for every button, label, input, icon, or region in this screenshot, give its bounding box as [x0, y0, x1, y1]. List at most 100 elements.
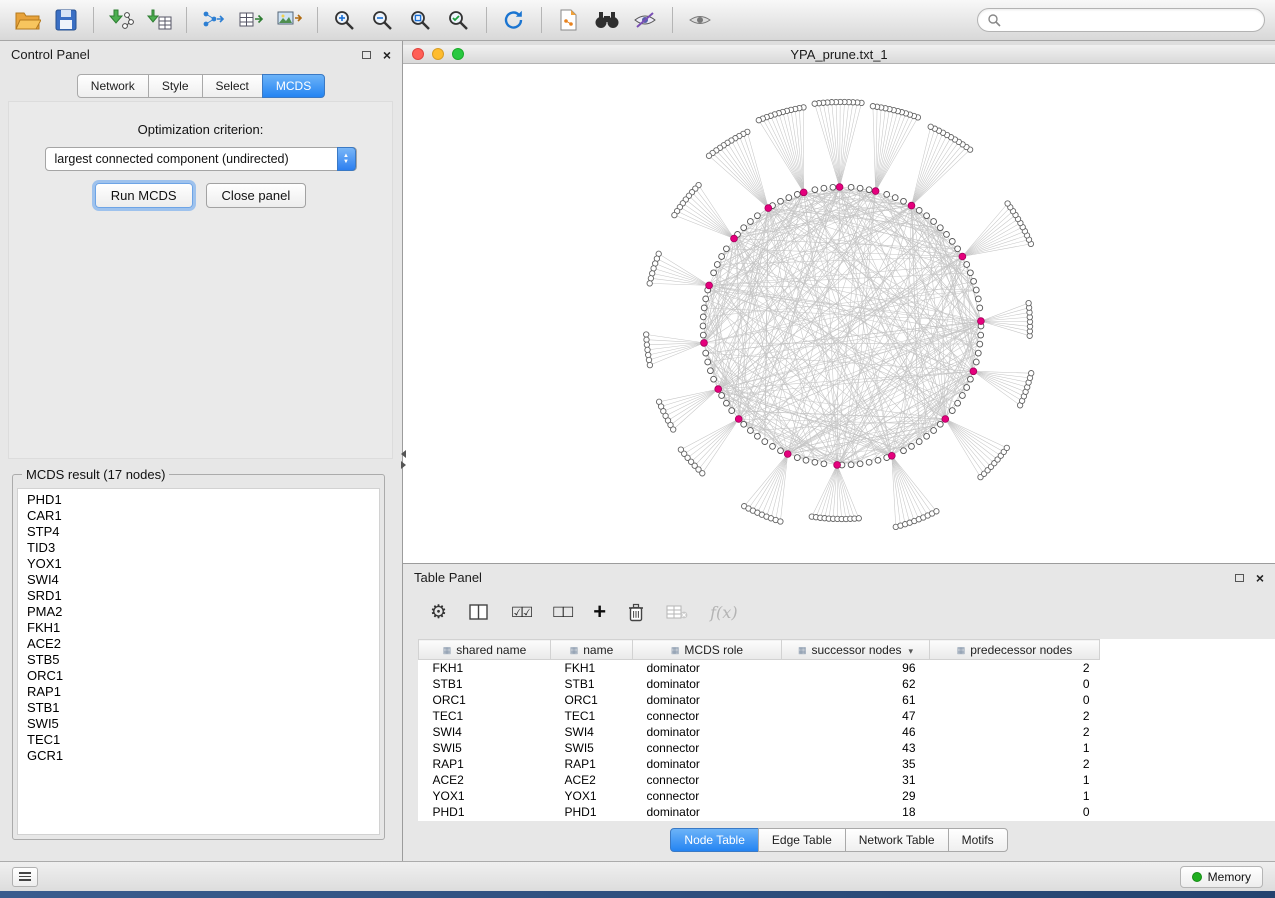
network-node[interactable]: [701, 305, 707, 311]
table-settings-button[interactable]: ⚙: [430, 603, 447, 622]
network-node[interactable]: [1026, 300, 1031, 305]
network-node[interactable]: [724, 246, 730, 252]
network-node[interactable]: [708, 368, 714, 374]
mcds-result-item[interactable]: STB1: [18, 700, 379, 716]
table-cell[interactable]: 47: [782, 708, 930, 724]
network-node[interactable]: [971, 278, 977, 284]
network-node[interactable]: [944, 232, 950, 238]
network-node[interactable]: [711, 376, 717, 382]
search-box[interactable]: [977, 8, 1265, 32]
table-cell[interactable]: 2: [930, 724, 1100, 740]
mcds-result-item[interactable]: SRD1: [18, 588, 379, 604]
criterion-dropdown[interactable]: largest connected component (undirected)…: [45, 147, 357, 171]
memory-button[interactable]: Memory: [1180, 866, 1263, 888]
network-node[interactable]: [931, 428, 937, 434]
table-cell[interactable]: 96: [782, 660, 930, 677]
unselect-all-button[interactable]: ☐☐: [552, 604, 571, 621]
network-node[interactable]: [975, 296, 981, 302]
save-button[interactable]: [48, 4, 84, 36]
network-node[interactable]: [671, 427, 676, 432]
dominator-node[interactable]: [715, 386, 722, 393]
table-cell[interactable]: FKH1: [419, 660, 551, 677]
mcds-result-item[interactable]: SWI5: [18, 716, 379, 732]
network-node[interactable]: [821, 185, 827, 191]
network-node[interactable]: [821, 461, 827, 467]
table-cell[interactable]: dominator: [633, 724, 782, 740]
run-mcds-button[interactable]: Run MCDS: [95, 183, 193, 208]
network-node[interactable]: [964, 262, 970, 268]
table-row[interactable]: PHD1PHD1dominator180: [419, 804, 1100, 820]
table-cell[interactable]: 29: [782, 788, 930, 804]
dominator-node[interactable]: [978, 318, 985, 325]
network-node[interactable]: [916, 208, 922, 214]
close-window-icon[interactable]: [412, 48, 424, 60]
network-node[interactable]: [830, 184, 836, 190]
network-node[interactable]: [857, 185, 863, 191]
graphics-details-button[interactable]: [627, 4, 663, 36]
dominator-node[interactable]: [942, 416, 949, 423]
mcds-result-item[interactable]: RAP1: [18, 684, 379, 700]
table-cell[interactable]: SWI4: [551, 724, 633, 740]
tab-network-table[interactable]: Network Table: [845, 828, 949, 852]
network-node[interactable]: [875, 457, 881, 463]
column-header-name[interactable]: ▦name: [551, 640, 633, 660]
table-cell[interactable]: ORC1: [551, 692, 633, 708]
mcds-result-item[interactable]: PHD1: [18, 492, 379, 508]
dominator-node[interactable]: [908, 202, 915, 209]
tab-network[interactable]: Network: [77, 74, 149, 98]
network-node[interactable]: [748, 219, 754, 225]
tab-motifs[interactable]: Motifs: [948, 828, 1008, 852]
table-cell[interactable]: 62: [782, 676, 930, 692]
network-node[interactable]: [934, 509, 939, 514]
network-node[interactable]: [949, 239, 955, 245]
network-node[interactable]: [977, 305, 983, 311]
table-row[interactable]: SWI5SWI5connector431: [419, 740, 1100, 756]
table-cell[interactable]: dominator: [633, 676, 782, 692]
zoom-fit-button[interactable]: [403, 4, 439, 36]
table-cell[interactable]: SWI5: [419, 740, 551, 756]
network-node[interactable]: [647, 362, 652, 367]
network-node[interactable]: [755, 433, 761, 439]
network-node[interactable]: [892, 195, 898, 201]
network-node[interactable]: [770, 444, 776, 450]
network-node[interactable]: [924, 433, 930, 439]
network-node[interactable]: [755, 213, 761, 219]
column-header-shared-name[interactable]: ▦shared name: [419, 640, 551, 660]
dominator-node[interactable]: [800, 189, 807, 196]
network-node[interactable]: [856, 516, 861, 521]
table-cell[interactable]: 0: [930, 676, 1100, 692]
network-node[interactable]: [705, 359, 711, 365]
network-node[interactable]: [700, 332, 706, 338]
network-node[interactable]: [884, 192, 890, 198]
network-node[interactable]: [848, 462, 854, 468]
network-node[interactable]: [700, 471, 705, 476]
table-cell[interactable]: dominator: [633, 804, 782, 820]
export-image-button[interactable]: [272, 4, 308, 36]
table-cell[interactable]: 1: [930, 740, 1100, 756]
network-node[interactable]: [706, 153, 711, 158]
table-cell[interactable]: SWI5: [551, 740, 633, 756]
network-node[interactable]: [647, 281, 652, 286]
zoom-out-button[interactable]: [365, 4, 401, 36]
network-node[interactable]: [778, 448, 784, 454]
show-columns-button[interactable]: [469, 603, 489, 621]
network-node[interactable]: [803, 457, 809, 463]
network-node[interactable]: [794, 192, 800, 198]
mcds-result-item[interactable]: STB5: [18, 652, 379, 668]
find-button[interactable]: [589, 4, 625, 36]
network-node[interactable]: [748, 428, 754, 434]
network-node[interactable]: [812, 459, 818, 465]
network-node[interactable]: [646, 357, 651, 362]
table-cell[interactable]: dominator: [633, 660, 782, 677]
network-node[interactable]: [729, 408, 735, 414]
tab-node-table[interactable]: Node Table: [670, 828, 759, 852]
clear-table-button[interactable]: [666, 604, 688, 620]
network-node[interactable]: [973, 287, 979, 293]
panel-menu-button[interactable]: [12, 867, 38, 887]
network-node[interactable]: [724, 400, 730, 406]
select-all-button[interactable]: ☑☑: [511, 604, 530, 621]
mcds-result-item[interactable]: STP4: [18, 524, 379, 540]
table-cell[interactable]: 61: [782, 692, 930, 708]
network-node[interactable]: [703, 296, 709, 302]
network-node[interactable]: [646, 352, 651, 357]
